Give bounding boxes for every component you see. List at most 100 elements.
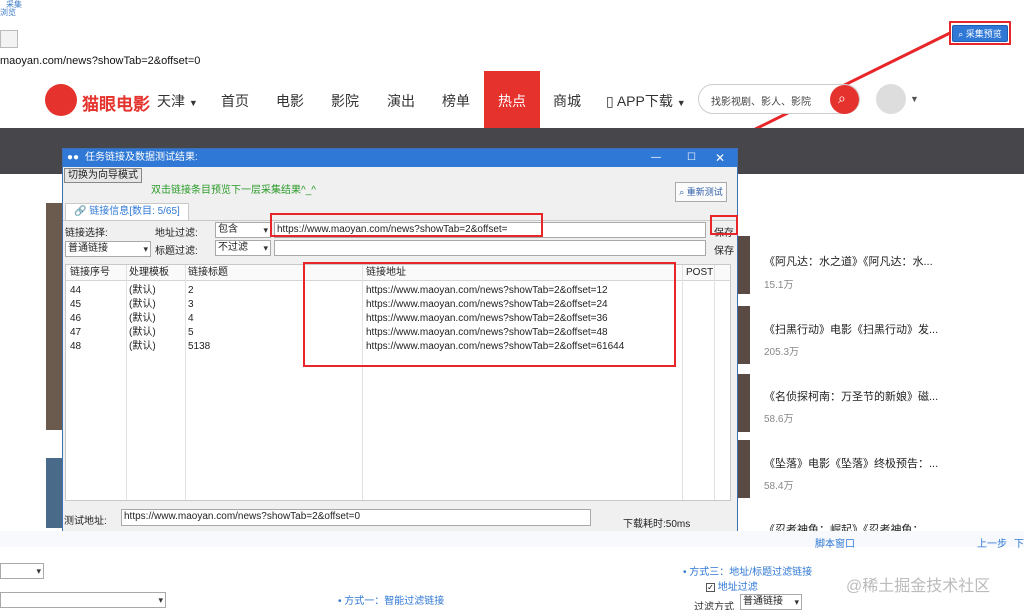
nav-cinema[interactable]: 影院 [331, 91, 359, 111]
minimize-icon[interactable]: — [651, 149, 661, 167]
filter-way-label: 过滤方式 [694, 602, 734, 610]
maoyan-logo-icon [45, 84, 77, 116]
next-step-link[interactable]: 下 [1014, 535, 1024, 550]
nav-show[interactable]: 演出 [387, 91, 415, 111]
way3-radio[interactable]: • 方式三：地址/标题过滤链接 [683, 563, 812, 578]
link-select-label: 链接选择: [65, 228, 108, 239]
test-url-label: 测试地址: [64, 516, 107, 527]
col-divider [682, 265, 683, 500]
cell-title: 3 [188, 299, 194, 310]
app-icon: ●● [67, 152, 80, 163]
title-filter-mode-value: 不过滤 [218, 242, 248, 253]
checkbox-checked-icon: ✓ [706, 583, 715, 592]
link-icon: 🔗 [74, 206, 87, 217]
column-header[interactable]: POST [686, 266, 713, 280]
news-title[interactable]: 《坠落》电影《坠落》终极预告：... [764, 455, 938, 471]
title-filter-mode-dropdown[interactable]: 不过滤 [215, 240, 271, 256]
tab-link-info[interactable]: 🔗 链接信息[数目: 5/65] [65, 203, 189, 221]
news-count: 58.4万 [764, 481, 794, 492]
nav-app-download-label: APP下载 [616, 93, 673, 109]
city-selector[interactable]: 天津 ▼ [157, 91, 198, 111]
way1-label: 方式一：智能过滤链接 [344, 596, 445, 607]
cell-index: 47 [70, 327, 82, 338]
cell-template: (默认) [129, 327, 156, 338]
col-divider [714, 265, 715, 500]
test-url-input[interactable]: https://www.maoyan.com/news?showTab=2&of… [121, 509, 591, 526]
col-divider [185, 265, 186, 500]
retest-button[interactable]: ⌕ 重新测试 [675, 182, 727, 202]
addr-filter-checkbox[interactable]: ✓ 地址过滤 [706, 578, 758, 593]
cell-template: (默认) [129, 341, 156, 352]
highlight-box-addr-filter [270, 213, 543, 237]
news-thumb [738, 306, 750, 364]
cell-title: 5138 [188, 341, 211, 352]
save-button[interactable]: 保存 [714, 242, 734, 257]
cell-template: (默认) [129, 299, 156, 310]
city-label: 天津 [157, 93, 185, 109]
cell-title: 2 [188, 285, 194, 296]
news-thumb [738, 440, 750, 498]
retest-label: 重新测试 [686, 187, 723, 197]
news-count: 205.3万 [764, 347, 800, 358]
nav-hot[interactable]: 热点 [498, 91, 526, 111]
test-url-value: https://www.maoyan.com/news?showTab=2&of… [124, 511, 361, 522]
maximize-icon[interactable]: ☐ [687, 149, 696, 167]
column-header[interactable]: 链接序号 [70, 266, 110, 280]
title-filter-label: 标题过滤: [155, 246, 198, 257]
avatar[interactable] [876, 84, 906, 114]
nav-home[interactable]: 首页 [221, 91, 249, 111]
bottom-toolbar [0, 531, 1024, 547]
title-filter-input[interactable] [274, 240, 706, 256]
filter-way-dropdown[interactable]: 普通链接 [740, 594, 802, 610]
bg-poster-left-2 [46, 458, 62, 528]
nav-mall[interactable]: 商城 [553, 91, 581, 111]
nav-rank[interactable]: 榜单 [442, 91, 470, 111]
cell-index: 46 [70, 313, 82, 324]
addr-filter-mode-value: 包含 [218, 224, 238, 235]
news-title[interactable]: 《名侦探柯南：万圣节的新娘》磁... [764, 388, 938, 404]
news-title[interactable]: 《扫黑行动》电影《扫黑行动》发... [764, 321, 938, 337]
addr-filter-mode-dropdown[interactable]: 包含 [215, 222, 271, 238]
phone-icon: ▯ [606, 93, 614, 109]
maoyan-logo-text: 猫眼电影 [82, 95, 150, 114]
highlight-box-save [710, 215, 738, 235]
tab-link-info-label: 链接信息[数目: 5/65] [89, 206, 180, 217]
highlight-box-url-column [303, 262, 676, 367]
cell-template: (默认) [129, 285, 156, 296]
prev-step-link[interactable]: 上一步 [977, 535, 1007, 550]
filter-way-value: 普通链接 [743, 596, 783, 607]
way1-radio[interactable]: • 方式一：智能过滤链接 [338, 592, 444, 607]
radio-dot-icon: • [338, 596, 342, 607]
news-title[interactable]: 《阿凡达：水之道》《阿凡达：水... [764, 253, 933, 269]
radio-dot-icon: • [683, 567, 687, 578]
news-count: 58.6万 [764, 414, 794, 425]
news-thumb [738, 374, 750, 432]
nav-movie[interactable]: 电影 [276, 91, 304, 111]
dialog-titlebar: ●● 任务链接及数据测试结果: — ☐ ✕ [63, 149, 737, 167]
column-header[interactable]: 处理模板 [129, 266, 169, 280]
cell-title: 4 [188, 313, 194, 324]
bottom-dropdown-1[interactable] [0, 563, 44, 579]
close-icon[interactable]: ✕ [715, 149, 725, 167]
cell-index: 45 [70, 299, 82, 310]
column-header[interactable]: 链接标题 [188, 266, 228, 280]
addr-filter-checkbox-label: 地址过滤 [717, 582, 758, 593]
col-divider [126, 265, 127, 500]
dialog-title: 任务链接及数据测试结果: [85, 152, 198, 163]
link-select-dropdown[interactable]: 普通链接 [65, 241, 151, 257]
cell-template: (默认) [129, 313, 156, 324]
download-time: 下载耗时:50ms [623, 519, 691, 530]
search-placeholder: 找影视剧、影人、影院 [711, 97, 811, 108]
script-window-link[interactable]: 脚本窗口 [815, 535, 855, 550]
search-icon: ⌕ [838, 90, 846, 106]
search-icon: ⌕ [679, 187, 685, 197]
watermark: @稀土掘金技术社区 [846, 578, 991, 595]
news-count: 15.1万 [764, 280, 794, 291]
nav-app-download[interactable]: ▯ APP下载 ▼ [606, 91, 686, 111]
bottom-dropdown-2[interactable] [0, 592, 166, 608]
switch-wizard-mode-button[interactable]: 切换为向导模式 [64, 168, 142, 183]
chevron-down-icon: ▼ [910, 94, 919, 104]
search-button[interactable]: ⌕ [830, 85, 859, 114]
way3-label: 方式三：地址/标题过滤链接 [689, 567, 813, 578]
addr-filter-label: 地址过滤: [155, 228, 198, 239]
